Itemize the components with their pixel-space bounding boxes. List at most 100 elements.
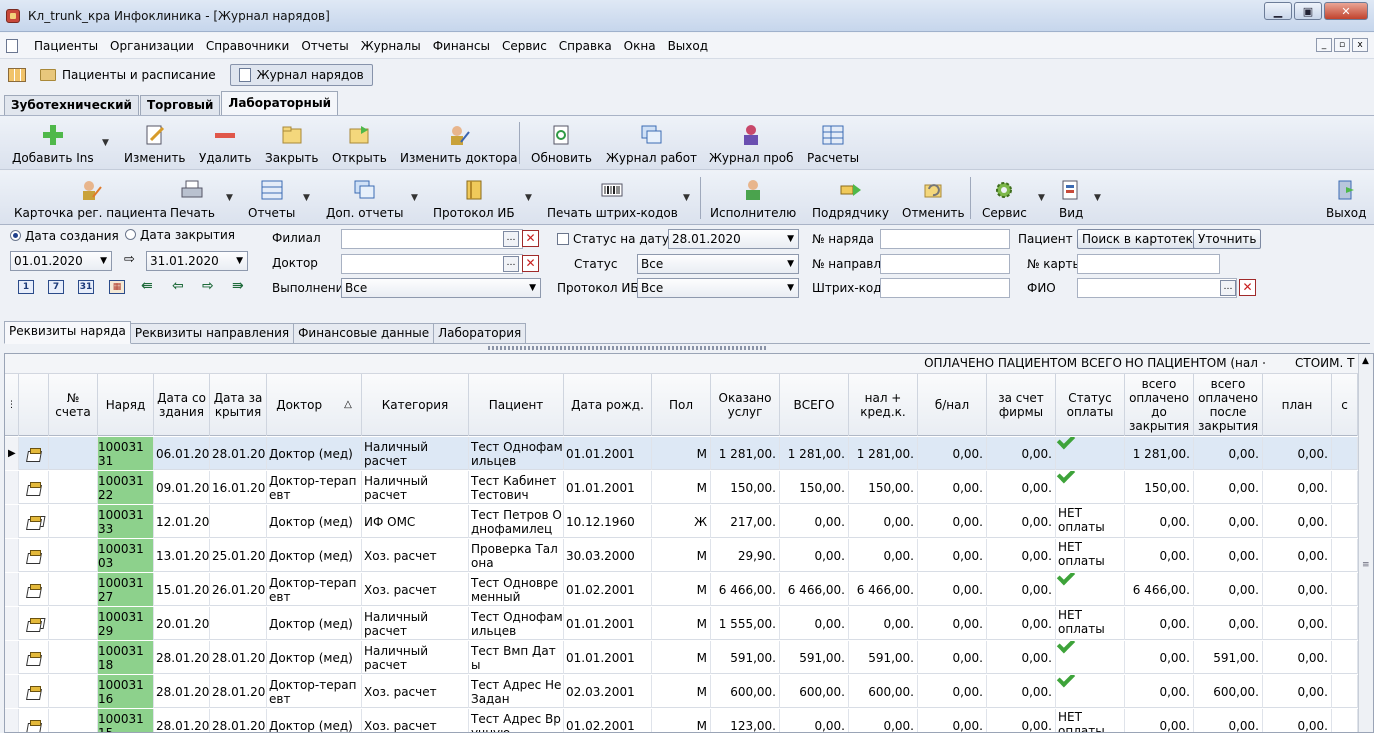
refresh-button[interactable]: Обновить — [531, 120, 592, 166]
table-row[interactable]: 10003116 28.01.20 28.01.20 Доктор-терапевт Х… — [5, 675, 1358, 708]
close-order-button[interactable]: Закрыть — [265, 120, 318, 166]
order-no-field[interactable] — [880, 229, 1010, 249]
reports-dropdown-arrow[interactable]: ▼ — [303, 193, 310, 203]
menu-reports[interactable]: Отчеты — [295, 39, 354, 53]
row-indicator[interactable] — [5, 675, 19, 708]
menu-finance[interactable]: Финансы — [427, 39, 496, 53]
card-no-field[interactable] — [1077, 254, 1220, 274]
menu-patients[interactable]: Пациенты — [28, 39, 104, 53]
samples-journal-button[interactable]: Журнал проб — [709, 120, 794, 166]
vertical-scrollbar[interactable]: ▲ ≡ — [1358, 354, 1373, 732]
header-plan[interactable]: план — [1263, 374, 1332, 436]
tab-orders-journal[interactable]: Журнал нарядов — [229, 64, 373, 86]
table-row[interactable]: 10003118 28.01.20 28.01.20 Доктор (мед) Нали… — [5, 641, 1358, 674]
patient-card-button[interactable]: Карточка рег. пациента — [14, 175, 167, 221]
row-indicator[interactable] — [5, 539, 19, 572]
first-period-icon[interactable]: ⇚ — [141, 278, 153, 294]
exit-button[interactable]: Выход — [1326, 175, 1366, 221]
tab-trade[interactable]: Торговый — [139, 95, 221, 115]
row-indicator[interactable] — [5, 573, 19, 606]
menu-windows[interactable]: Окна — [618, 39, 662, 53]
menu-references[interactable]: Справочники — [200, 39, 295, 53]
service-button[interactable]: Сервис — [982, 175, 1027, 221]
row-indicator[interactable] — [5, 471, 19, 504]
header-payment-status[interactable]: Статус оплаты — [1056, 374, 1125, 436]
last-period-icon[interactable]: ⇛ — [232, 278, 244, 294]
delete-button[interactable]: Удалить — [199, 120, 252, 166]
service-dropdown-arrow[interactable]: ▼ — [1038, 193, 1045, 203]
add-button[interactable]: Добавить Ins — [12, 120, 94, 166]
menu-journals[interactable]: Журналы — [355, 39, 427, 53]
header-total[interactable]: ВСЕГО — [780, 374, 849, 436]
edit-button[interactable]: Изменить — [124, 120, 186, 166]
column-chooser-icon[interactable]: ⋮ — [5, 374, 19, 436]
row-indicator[interactable] — [5, 505, 19, 538]
table-row[interactable]: 10003103 13.01.20 25.01.20 Доктор (мед) Хоз.… — [5, 539, 1358, 572]
prev-period-icon[interactable]: ⇦ — [172, 278, 184, 294]
protocol-select[interactable]: Все ▼ — [637, 278, 799, 298]
header-birth-date[interactable]: Дата рожд. — [564, 374, 652, 436]
fio-clear-icon[interactable]: ✕ — [1239, 279, 1256, 296]
execution-select[interactable]: Все ▼ — [341, 278, 541, 298]
header-category[interactable]: Категория — [362, 374, 469, 436]
table-row[interactable]: 10003127 15.01.20 26.01.20 Доктор-терапевт Х… — [5, 573, 1358, 606]
print-barcodes-button[interactable]: Печать штрих-кодов — [547, 175, 678, 221]
menu-exit[interactable]: Выход — [662, 39, 714, 53]
menu-service[interactable]: Сервис — [496, 39, 553, 53]
table-row[interactable]: 10003115 28.01.20 28.01.20 Доктор (мед) Хоз.… — [5, 709, 1358, 732]
tab-referral-details[interactable]: Реквизиты направления — [129, 323, 295, 343]
doctor-browse-button[interactable]: … — [503, 256, 519, 272]
reports-button[interactable]: Отчеты — [248, 175, 295, 221]
barcode-dropdown-arrow[interactable]: ▼ — [683, 193, 690, 203]
scroll-up-icon[interactable]: ▲ — [1362, 356, 1369, 366]
extra-reports-button[interactable]: Доп. отчеты — [326, 175, 403, 221]
mdi-minimize-button[interactable]: _ — [1316, 38, 1332, 52]
fio-field[interactable] — [1077, 278, 1237, 298]
header-cash-credit[interactable]: нал + кред.к. — [849, 374, 918, 436]
document-icon[interactable] — [6, 38, 18, 53]
row-indicator[interactable]: ▶ — [5, 437, 19, 470]
header-doctor[interactable]: Доктор △ — [267, 374, 362, 436]
scroll-grip-icon[interactable]: ≡ — [1362, 560, 1370, 570]
status-select[interactable]: Все ▼ — [637, 254, 799, 274]
day-button[interactable]: 1 — [18, 280, 34, 294]
calendar-icon[interactable]: ▦ — [109, 280, 125, 294]
header-date-created[interactable]: Дата создания — [154, 374, 210, 436]
doctor-clear-icon[interactable]: ✕ — [522, 255, 539, 272]
header-paid-before[interactable]: всего оплачено до закрытия — [1125, 374, 1194, 436]
mdi-restore-button[interactable]: ▫ — [1334, 38, 1350, 52]
splitter-handle[interactable] — [488, 346, 768, 350]
open-order-button[interactable]: Открыть — [332, 120, 387, 166]
print-dropdown-arrow[interactable]: ▼ — [226, 193, 233, 203]
referral-no-field[interactable] — [880, 254, 1010, 274]
date-to-picker[interactable]: 31.01.2020 ▼ — [146, 251, 248, 271]
header-sex[interactable]: Пол — [652, 374, 711, 436]
maximize-button[interactable]: ▣ — [1294, 2, 1322, 20]
schedule-grid-icon[interactable] — [8, 68, 26, 82]
branch-clear-icon[interactable]: ✕ — [522, 230, 539, 247]
header-noncash[interactable]: б/нал — [918, 374, 987, 436]
refine-button[interactable]: Уточнить — [1193, 229, 1262, 249]
to-executor-button[interactable]: Исполнителю — [710, 175, 796, 221]
radio-date-closed[interactable]: Дата закрытия — [125, 228, 235, 242]
status-on-date-checkbox[interactable]: Статус на дату — [557, 232, 669, 246]
header-patient[interactable]: Пациент — [469, 374, 564, 436]
protocol-button[interactable]: Протокол ИБ — [433, 175, 515, 221]
tab-dental-tech[interactable]: Зуботехнический — [4, 95, 139, 115]
date-from-picker[interactable]: 01.01.2020 ▼ — [10, 251, 112, 271]
cancel-button[interactable]: Отменить — [902, 175, 965, 221]
table-row[interactable]: 10003122 09.01.20 16.01.20 Доктор-терапевт Н… — [5, 471, 1358, 504]
calculations-button[interactable]: Расчеты — [807, 120, 859, 166]
week-button[interactable]: 7 — [48, 280, 64, 294]
add-dropdown-arrow[interactable]: ▼ — [102, 138, 109, 148]
doctor-field[interactable] — [341, 254, 523, 274]
protocol-dropdown-arrow[interactable]: ▼ — [525, 193, 532, 203]
search-card-button[interactable]: Поиск в картотеке — [1077, 229, 1206, 249]
branch-browse-button[interactable]: … — [503, 231, 519, 247]
header-date-closed[interactable]: Дата закрытия — [210, 374, 267, 436]
row-indicator[interactable] — [5, 641, 19, 674]
extra-reports-dropdown-arrow[interactable]: ▼ — [411, 193, 418, 203]
change-doctor-button[interactable]: Изменить доктора — [400, 120, 518, 166]
row-indicator[interactable] — [5, 709, 19, 732]
status-date-picker[interactable]: 28.01.2020 ▼ — [668, 229, 799, 249]
